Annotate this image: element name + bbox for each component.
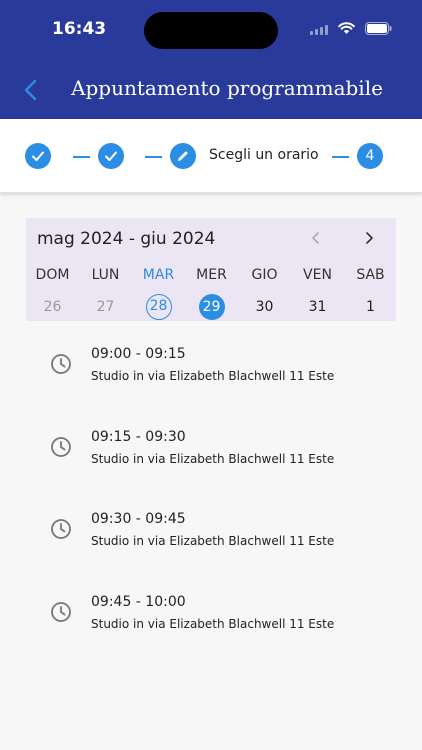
- slot-location: Studio in via Elizabeth Blachwell 11 Est…: [91, 369, 335, 383]
- clock-icon: [49, 435, 73, 459]
- day-cell[interactable]: 28: [145, 294, 172, 320]
- slot-location: Studio in via Elizabeth Blachwell 11 Est…: [91, 534, 335, 548]
- dynamic-island: [144, 12, 278, 49]
- calendar-range-title: mag 2024 - giu 2024: [37, 229, 216, 249]
- slot-time: 09:00 - 09:15: [91, 346, 186, 362]
- weekday-label: MER: [196, 267, 227, 283]
- weekday-label: MAR: [142, 267, 175, 283]
- signal-icon: [310, 23, 328, 35]
- time-slot[interactable]: 09:30 - 09:45 Studio in via Elizabeth Bla…: [0, 497, 422, 567]
- page-title: Appuntamento programmabile: [71, 76, 383, 100]
- current-step-label: Scegli un orario: [209, 147, 319, 163]
- step-1-check-icon: [25, 143, 51, 169]
- status-time: 16:43: [52, 19, 107, 39]
- day-cell-selected[interactable]: 29: [198, 294, 225, 320]
- step-3-edit-icon: [170, 143, 196, 169]
- booking-stepper: Scegli un orario 4: [0, 119, 422, 193]
- clock-icon: [49, 352, 73, 376]
- step-connector: [332, 156, 349, 158]
- day-cell[interactable]: 1: [358, 294, 384, 320]
- time-slot[interactable]: 09:45 - 10:00 Studio in via Elizabeth Bla…: [0, 580, 422, 650]
- weekday-label: VEN: [303, 267, 332, 283]
- weekday-label: LUN: [91, 267, 120, 283]
- slot-time: 09:45 - 10:00: [91, 593, 186, 610]
- next-week-icon[interactable]: [362, 230, 376, 246]
- weekday-label: DOM: [35, 267, 70, 283]
- battery-icon: [365, 22, 392, 35]
- day-cell[interactable]: 27: [93, 294, 119, 320]
- clock-icon: [49, 517, 73, 541]
- prev-week-icon[interactable]: [309, 230, 323, 246]
- step-4-number: 4: [357, 143, 383, 169]
- step-2-check-icon: [98, 143, 124, 169]
- step-connector: [73, 156, 90, 158]
- weekday-label: SAB: [356, 267, 385, 283]
- slot-time: 09:15 - 09:30: [91, 428, 186, 445]
- time-slot[interactable]: 09:00 - 09:15 Studio in via Elizabeth Bla…: [0, 332, 422, 402]
- app-header: 16:43 Appuntamento programmabile: [0, 0, 422, 119]
- day-cell[interactable]: 26: [40, 294, 66, 320]
- status-icons: [310, 22, 392, 35]
- step-connector: [145, 156, 162, 158]
- wifi-icon: [338, 22, 355, 35]
- slot-location: Studio in via Elizabeth Blachwell 11 Est…: [91, 616, 335, 631]
- weekday-label: GIO: [251, 267, 278, 283]
- time-slot[interactable]: 09:15 - 09:30 Studio in via Elizabeth Bla…: [0, 415, 422, 485]
- slot-time: 09:30 - 09:45: [91, 511, 186, 527]
- clock-icon: [49, 600, 73, 624]
- day-cell[interactable]: 31: [305, 294, 331, 320]
- day-cell[interactable]: 30: [252, 294, 278, 320]
- week-calendar: mag 2024 - giu 2024 DOM LUN MAR MER GIO VEN SA…: [26, 218, 396, 321]
- slot-location: Studio in via Elizabeth Blachwell 11 Est…: [91, 451, 335, 466]
